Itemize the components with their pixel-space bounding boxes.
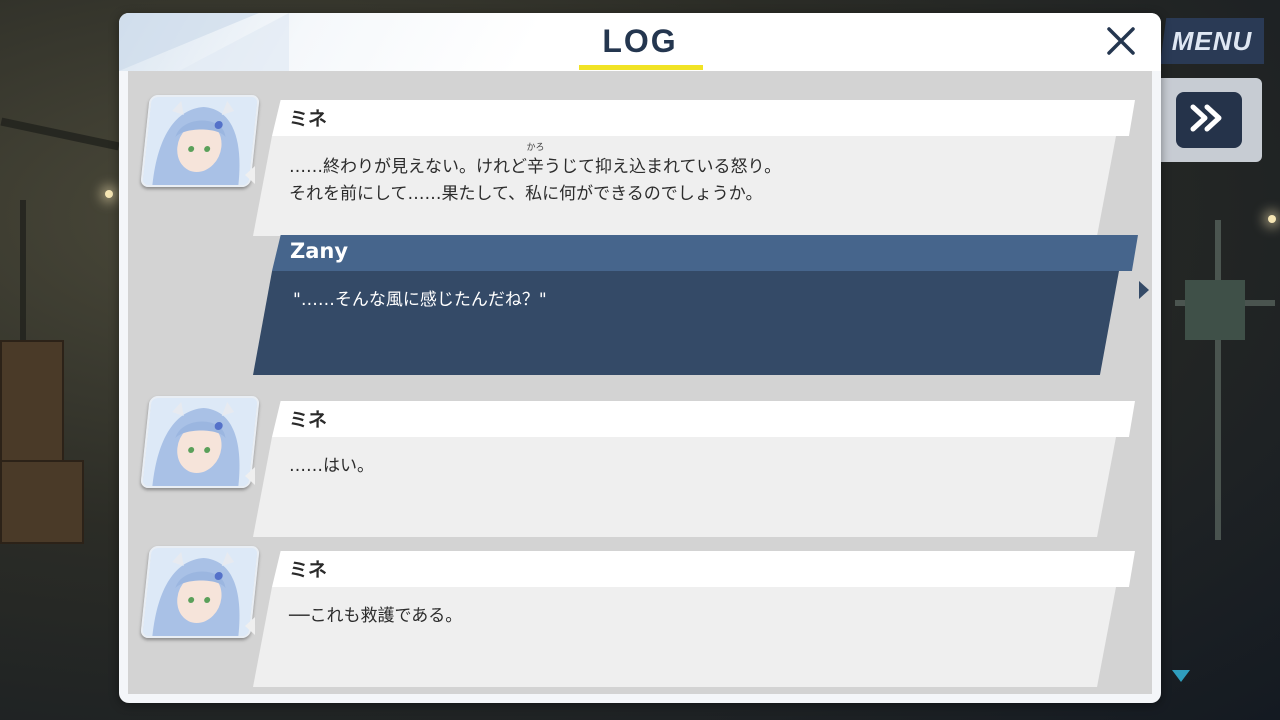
log-panel: LOG ミネ ……終わりが見えない。けれど辛 かろ うじて抑え込まれている怒り。… (119, 13, 1161, 703)
tent-pole (0, 117, 120, 151)
log-entry: ミネ ……はい。 (128, 386, 1152, 537)
bubble-tail (245, 166, 255, 184)
bubble-tail (245, 617, 255, 635)
log-entry: ミネ ──これも救護である。 (128, 536, 1152, 687)
log-header: LOG (119, 13, 1161, 71)
lamp-light (1268, 215, 1276, 223)
message-bubble: ミネ ……終わりが見えない。けれど辛 かろうじて抑え込まれている怒り。 それを前に… (245, 100, 1136, 240)
fast-forward-icon (1189, 103, 1229, 137)
speaker-name: ミネ (289, 409, 328, 431)
speaker-name: ミネ (289, 108, 328, 130)
message-bubble: ミネ ……はい。 (245, 401, 1136, 541)
background-cabinet (1185, 280, 1245, 340)
background-crate (0, 460, 84, 544)
speaker-name: Zany (290, 239, 349, 263)
speaker-name: ミネ (289, 559, 328, 581)
menu-button[interactable]: MENU (1160, 18, 1264, 64)
bubble-tail (245, 467, 255, 485)
background-crate (0, 340, 64, 464)
speaker-name-bar (272, 235, 1138, 271)
speaker-name-bar (272, 401, 1135, 437)
close-icon (1103, 27, 1139, 63)
ruby-word: 辛かろ (526, 143, 544, 177)
speaker-name-bar (272, 100, 1135, 136)
ruby-base: 辛 (527, 157, 544, 177)
log-list[interactable]: ミネ ……終わりが見えない。けれど辛 かろうじて抑え込まれている怒り。 それを前に… (128, 71, 1152, 694)
character-portrait (140, 546, 260, 638)
message-line: ──これも救護である。 (289, 606, 463, 626)
ruby-reading: かろ (526, 143, 545, 153)
bubble-tail (1139, 281, 1149, 299)
player-message-bubble: Zany "……そんな風に感じたんだね？" (253, 235, 1149, 377)
message-text: うじて抑え込まれている怒り。 (544, 157, 782, 177)
close-button[interactable] (1103, 23, 1139, 59)
message-line: ……はい。 (289, 456, 374, 476)
log-entry: ミネ ……終わりが見えない。けれど辛 かろうじて抑え込まれている怒り。 それを前に… (128, 85, 1152, 236)
message-line: "……そんな風に感じたんだね？" (293, 290, 547, 310)
character-portrait (140, 396, 260, 488)
speaker-name-bar (272, 551, 1135, 587)
message-text-box (253, 437, 1116, 537)
lamp-light (105, 190, 113, 198)
log-title: LOG (602, 23, 678, 59)
scroll-down-icon[interactable] (1172, 670, 1190, 682)
title-underline (579, 65, 703, 70)
character-portrait (140, 95, 260, 187)
message-bubble: ミネ ──これも救護である。 (245, 551, 1136, 691)
message-line: それを前にして……果たして、私に何ができるのでしょうか。 (289, 184, 763, 204)
message-text: ……終わりが見えない。けれど (289, 157, 527, 177)
message-line: ……終わりが見えない。けれど辛 かろうじて抑え込まれている怒り。 (289, 143, 782, 177)
fast-forward-button[interactable] (1176, 92, 1242, 148)
equipment-rack (1215, 220, 1221, 540)
